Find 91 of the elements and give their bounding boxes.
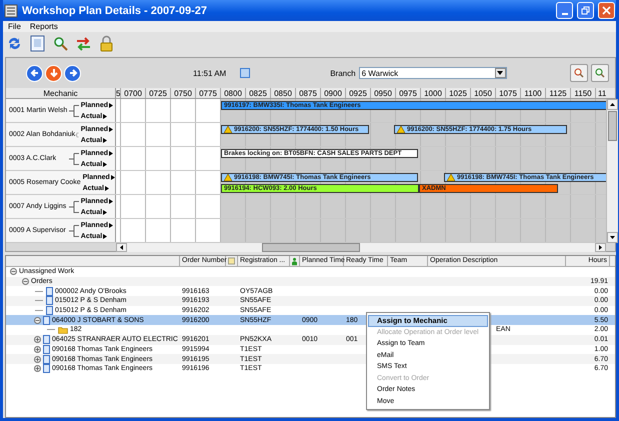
time-tick: 5 [116,88,121,98]
time-tick: 0900 [321,88,346,98]
magnifier-icon [52,34,69,52]
expander-icon[interactable] [34,336,41,344]
expander-icon[interactable] [34,365,41,372]
padlock-icon [98,34,115,52]
transfer-icon [75,34,92,52]
next-button[interactable] [64,64,81,82]
time-tick: 1100 [521,88,546,98]
time-tick: 0825 [246,88,271,98]
branch-label: Branch [330,68,356,78]
triangle-icon [109,126,113,132]
document-icon [29,34,46,52]
vertical-scrollbar[interactable] [606,99,618,243]
scrollbar-thumb[interactable] [262,243,360,252]
expander-icon[interactable] [34,316,41,324]
time-tick: 0700 [121,88,146,98]
time-tick: 1050 [471,88,496,98]
down-button[interactable] [45,64,62,82]
preview-button[interactable] [29,34,46,52]
zoom-in-button[interactable] [591,64,609,82]
triangle-icon [103,234,108,238]
triangle-icon [109,222,113,228]
triangle-icon [110,174,115,180]
time-tick: 0975 [396,88,421,98]
scrollbar-thumb[interactable] [608,111,617,141]
arrow-left-icon [28,67,40,79]
triangle-icon [103,162,108,166]
triangle-icon [103,210,108,214]
caret-icon [497,71,504,75]
connector-line [68,104,79,116]
connector-line [68,224,79,236]
zoom-in-icon [595,68,605,78]
close-button[interactable] [598,2,615,19]
person-icon [292,256,297,266]
triangle-icon [103,114,108,118]
current-time: 11:51 AM [193,68,226,78]
arrow-down-icon [48,67,60,79]
menu-item[interactable]: Reports [30,22,58,31]
expander-icon[interactable] [34,356,41,363]
column-header: Mechanic [6,88,116,98]
transfer-button[interactable] [75,34,92,52]
time-tick: 0950 [371,88,396,98]
connector-line [68,152,79,164]
time-tick: 0925 [346,88,371,98]
minimize-icon [562,13,568,15]
scroll-right-button[interactable] [595,243,606,252]
scroll-left-icon [120,245,123,250]
horizontal-scrollbar[interactable] [116,243,606,252]
scroll-up-button[interactable] [607,99,618,110]
branch-select[interactable]: 6 Warwick [358,67,507,79]
find-button[interactable] [52,34,69,52]
connector-line [68,200,79,212]
expander-icon[interactable] [34,346,41,353]
minimize-button[interactable] [556,2,573,19]
lock-button[interactable] [98,34,115,52]
time-tick: 0775 [196,88,221,98]
triangle-icon [109,198,113,204]
note-icon [228,257,235,265]
time-tick: 1075 [496,88,521,98]
scroll-right-icon [599,245,602,250]
previous-button[interactable] [26,64,43,82]
restore-button[interactable] [577,2,594,19]
time-tick: 0725 [146,88,171,98]
calendar-button[interactable] [240,68,250,78]
triangle-icon [105,186,109,190]
scroll-down-icon [610,236,615,239]
app-icon [4,4,18,18]
time-tick: 0875 [296,88,321,98]
zoom-out-button[interactable] [570,64,588,82]
scroll-up-icon [610,103,615,106]
close-icon [602,6,611,15]
menu-item[interactable]: File [8,22,21,31]
time-tick: 1150 [571,88,596,98]
triangle-icon [109,150,113,156]
scroll-left-button[interactable] [116,243,127,252]
zoom-out-icon [574,68,584,78]
time-tick: 1000 [421,88,446,98]
window-title: Workshop Plan Details - 2007-09-27 [22,4,208,16]
restore-icon [581,6,590,15]
expander-icon[interactable] [10,268,17,276]
time-tick: 1025 [446,88,471,98]
time-tick: 0800 [221,88,246,98]
triangle-icon [109,102,113,108]
scroll-down-button[interactable] [607,232,618,243]
expander-icon[interactable] [22,278,29,286]
time-tick: 0750 [171,88,196,98]
time-tick: 0850 [271,88,296,98]
time-tick: 11 [596,88,606,98]
time-tick: 1125 [546,88,571,98]
triangle-icon [103,138,108,142]
